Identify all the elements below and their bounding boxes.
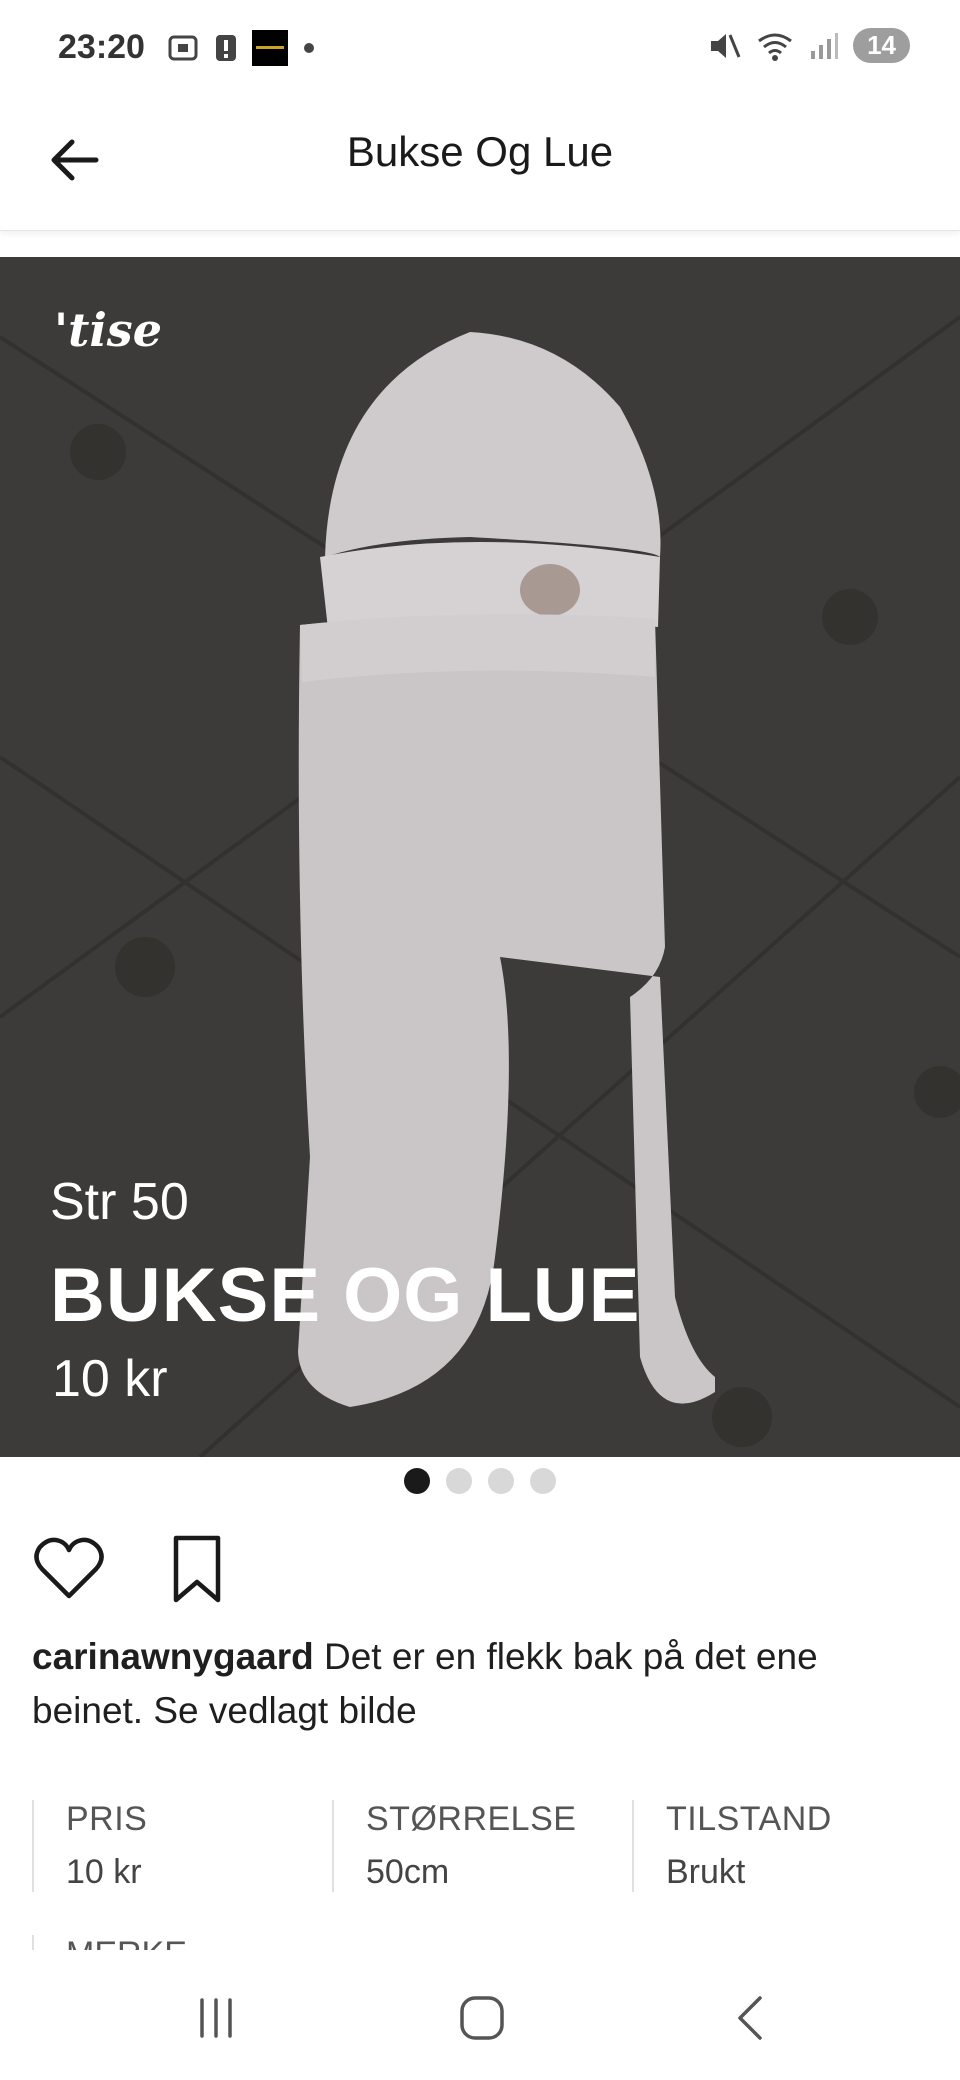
username-link[interactable]: carinawnygaard [32,1636,314,1677]
detail-value: Brukt [666,1853,746,1891]
product-image[interactable]: 'tise Str 50 BUKSE OG LUE 10 kr [0,257,960,1457]
detail-price: PRIS 10 kr [32,1800,332,1892]
detail-size: STØRRELSE 50cm [332,1800,632,1892]
detail-label: TILSTAND [666,1800,832,1838]
notification-icons [166,30,316,66]
mute-icon [711,33,741,58]
dot-icon [304,43,314,53]
detail-brand-label: MERKE [66,1935,187,1951]
pager-dot[interactable] [404,1468,430,1494]
detail-label: PRIS [66,1800,148,1838]
pager-dot[interactable] [530,1468,556,1494]
screenshot-icon [168,35,198,61]
overlay-title: BUKSE OG LUE [50,1253,641,1338]
overlay-size: Str 50 [50,1173,189,1231]
product-details: PRIS 10 kr STØRRELSE 50cm TILSTAND Brukt [32,1800,932,1892]
detail-value: 50cm [366,1853,450,1891]
recent-apps-icon[interactable] [186,1988,246,2048]
battery-badge: 14 [853,28,910,63]
image-pager [0,1468,960,1494]
heart-icon[interactable] [30,1530,108,1608]
app-header: Bukse Og Lue [0,100,960,231]
alert-icon [216,35,236,61]
detail-value: 10 kr [66,1853,142,1891]
page-title: Bukse Og Lue [346,128,614,175]
status-bar: 23:20 14 [0,0,960,100]
overlay-price: 10 kr [52,1350,168,1408]
tise-watermark: 'tise [54,303,162,357]
pager-dot[interactable] [446,1468,472,1494]
detail-label: STØRRELSE [366,1800,577,1838]
app-icon [252,30,288,66]
detail-condition: TILSTAND Brukt [632,1800,932,1892]
post-actions [30,1530,236,1608]
system-icons: 14 [707,28,910,63]
system-nav-bar [0,1950,960,2080]
post-description: carinawnygaard Det er en flekk bak på de… [32,1630,932,1738]
bookmark-icon[interactable] [158,1530,236,1608]
detail-divider [32,1935,34,1951]
pager-dot[interactable] [488,1468,514,1494]
signal-icon [811,32,839,59]
back-nav-icon[interactable] [722,1988,782,2048]
status-time: 23:20 [58,28,145,66]
home-icon[interactable] [452,1988,512,2048]
wifi-icon [758,33,792,61]
